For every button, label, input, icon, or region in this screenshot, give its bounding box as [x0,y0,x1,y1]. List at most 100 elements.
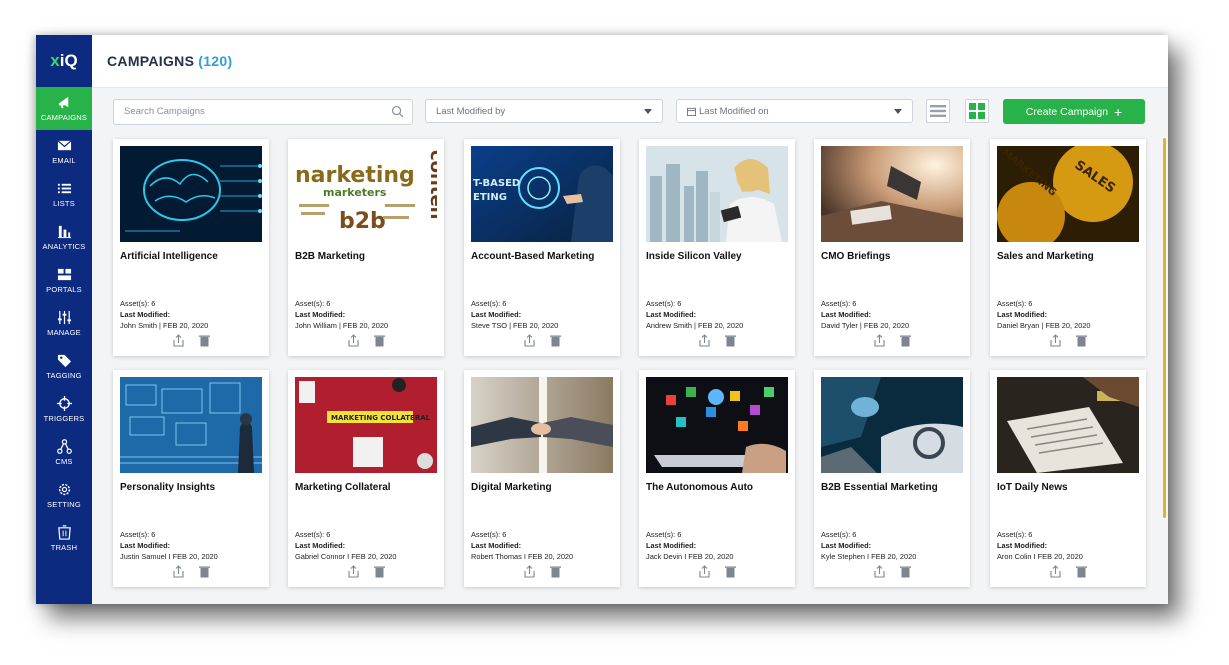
toolbar: Last Modified by Last Modified on Create… [113,99,1153,125]
share-icon[interactable] [1049,565,1062,578]
create-campaign-button[interactable]: Create Campaign + [1003,99,1145,124]
campaign-card[interactable]: Inside Silicon Valley Asset(s): 6 Last M… [639,139,795,356]
share-icon[interactable] [347,565,360,578]
campaign-thumbnail[interactable]: MARKETING COLLATERAL [295,377,437,473]
grid-view-button[interactable] [965,99,989,123]
marketing-collateral-image: MARKETING COLLATERAL [295,377,437,473]
campaign-title[interactable]: B2B Marketing [295,251,365,262]
campaign-card[interactable]: SALES MARKETING Sales and Marketing Asse… [990,139,1146,356]
campaign-title[interactable]: B2B Essential Marketing [821,482,938,493]
campaign-card[interactable]: Personality Insights Asset(s): 6 Last Mo… [113,370,269,587]
campaign-thumbnail[interactable] [821,377,963,473]
campaign-card[interactable]: narketing marketers b2b conten B2B Marke… [288,139,444,356]
modified-by-value: Last Modified by [436,105,506,117]
campaign-thumbnail[interactable] [646,146,788,242]
sidebar-item-label: LISTS [53,199,75,208]
campaign-thumbnail[interactable] [471,377,613,473]
modified-label: Last Modified: [997,541,1048,550]
search-box[interactable] [113,99,413,125]
trash-icon[interactable] [198,565,211,578]
campaign-card[interactable]: B2B Essential Marketing Asset(s): 6 Last… [814,370,970,587]
modified-value: Gabriel Connor I FEB 20, 2020 [295,552,397,561]
share-icon[interactable] [523,565,536,578]
trash-icon[interactable] [724,565,737,578]
campaign-title[interactable]: Digital Marketing [471,482,552,493]
share-icon[interactable] [347,334,360,347]
modified-label: Last Modified: [471,310,522,319]
campaign-title[interactable]: IoT Daily News [997,482,1068,493]
search-input[interactable] [114,100,374,122]
modified-on-dropdown[interactable]: Last Modified on [676,99,913,123]
modified-label: Last Modified: [646,541,697,550]
trash-icon[interactable] [373,565,386,578]
campaign-card[interactable]: The Autonomous Auto Asset(s): 6 Last Mod… [639,370,795,587]
sidebar-item-label: PORTALS [46,285,82,294]
campaign-thumbnail[interactable] [821,146,963,242]
campaign-title[interactable]: CMO Briefings [821,251,890,262]
campaign-card[interactable]: T-BASED ETING Account-Based Marketing As… [464,139,620,356]
campaign-title[interactable]: Personality Insights [120,482,215,493]
campaign-title[interactable]: The Autonomous Auto [646,482,753,493]
sidebar-item-lists[interactable]: LISTS [36,173,92,216]
trash-icon[interactable] [724,334,737,347]
campaign-title[interactable]: Marketing Collateral [295,482,391,493]
sidebar-item-analytics[interactable]: ANALYTICS [36,216,92,259]
sidebar-item-triggers[interactable]: TRIGGERS [36,388,92,431]
share-icon[interactable] [172,565,185,578]
scrollbar-thumb[interactable] [1163,138,1166,518]
sidebar-item-trash[interactable]: TRASH [36,517,92,560]
campaign-title[interactable]: Account-Based Marketing [471,251,594,262]
sidebar-item-label: SETTING [47,500,81,509]
share-icon[interactable] [698,565,711,578]
sidebar-item-setting[interactable]: SETTING [36,474,92,517]
trash-icon[interactable] [549,565,562,578]
app-logo[interactable]: x iQ [36,35,92,87]
trash-icon[interactable] [1075,334,1088,347]
envelope-icon [57,140,71,151]
sidebar: x iQ CAMPAIGNS EMAIL LISTS ANALYTICS PORT… [36,35,97,604]
campaign-thumbnail[interactable] [997,377,1139,473]
campaign-title[interactable]: Artificial Intelligence [120,251,218,262]
trash-icon[interactable] [899,565,912,578]
campaign-card[interactable]: Digital Marketing Asset(s): 6 Last Modif… [464,370,620,587]
campaign-thumbnail[interactable] [120,146,262,242]
sidebar-item-portals[interactable]: PORTALS [36,259,92,302]
trash-icon[interactable] [373,334,386,347]
sidebar-item-manage[interactable]: MANAGE [36,302,92,345]
campaign-meta: Asset(s): 6 Last Modified: Robert Thomas… [471,529,573,562]
trash-icon[interactable] [899,334,912,347]
campaign-title[interactable]: Inside Silicon Valley [646,251,742,262]
modified-value: Jack Devin I FEB 20, 2020 [646,552,734,561]
share-icon[interactable] [1049,334,1062,347]
campaign-meta: Asset(s): 6 Last Modified: Steve TSO | F… [471,298,558,331]
card-actions [288,334,444,347]
trash-icon[interactable] [549,334,562,347]
campaign-thumbnail[interactable] [120,377,262,473]
campaign-title[interactable]: Sales and Marketing [997,251,1094,262]
trash-icon[interactable] [198,334,211,347]
campaign-thumbnail[interactable]: T-BASED ETING [471,146,613,242]
share-icon[interactable] [172,334,185,347]
campaign-thumbnail[interactable] [646,377,788,473]
campaign-card[interactable]: Artificial Intelligence Asset(s): 6 Last… [113,139,269,356]
campaign-card[interactable]: IoT Daily News Asset(s): 6 Last Modified… [990,370,1146,587]
list-view-button[interactable] [926,99,950,123]
asset-count: Asset(s): 6 [471,299,507,308]
campaign-card[interactable]: CMO Briefings Asset(s): 6 Last Modified:… [814,139,970,356]
campaign-card[interactable]: MARKETING COLLATERAL Marketing Collatera… [288,370,444,587]
thumbnail-text: narketing [295,163,415,188]
sidebar-item-campaigns[interactable]: CAMPAIGNS [36,87,97,130]
campaign-thumbnail[interactable]: narketing marketers b2b conten [295,146,437,242]
trash-icon[interactable] [1075,565,1088,578]
share-icon[interactable] [698,334,711,347]
search-icon[interactable] [391,105,404,118]
page-title: CAMPAIGNS (120) [107,53,232,69]
sidebar-item-tagging[interactable]: TAGGING [36,345,92,388]
modified-by-dropdown[interactable]: Last Modified by [425,99,663,123]
share-icon[interactable] [873,565,886,578]
share-icon[interactable] [523,334,536,347]
sidebar-item-cms[interactable]: CMS [36,431,92,474]
sidebar-item-email[interactable]: EMAIL [36,130,92,173]
campaign-thumbnail[interactable]: SALES MARKETING [997,146,1139,242]
share-icon[interactable] [873,334,886,347]
